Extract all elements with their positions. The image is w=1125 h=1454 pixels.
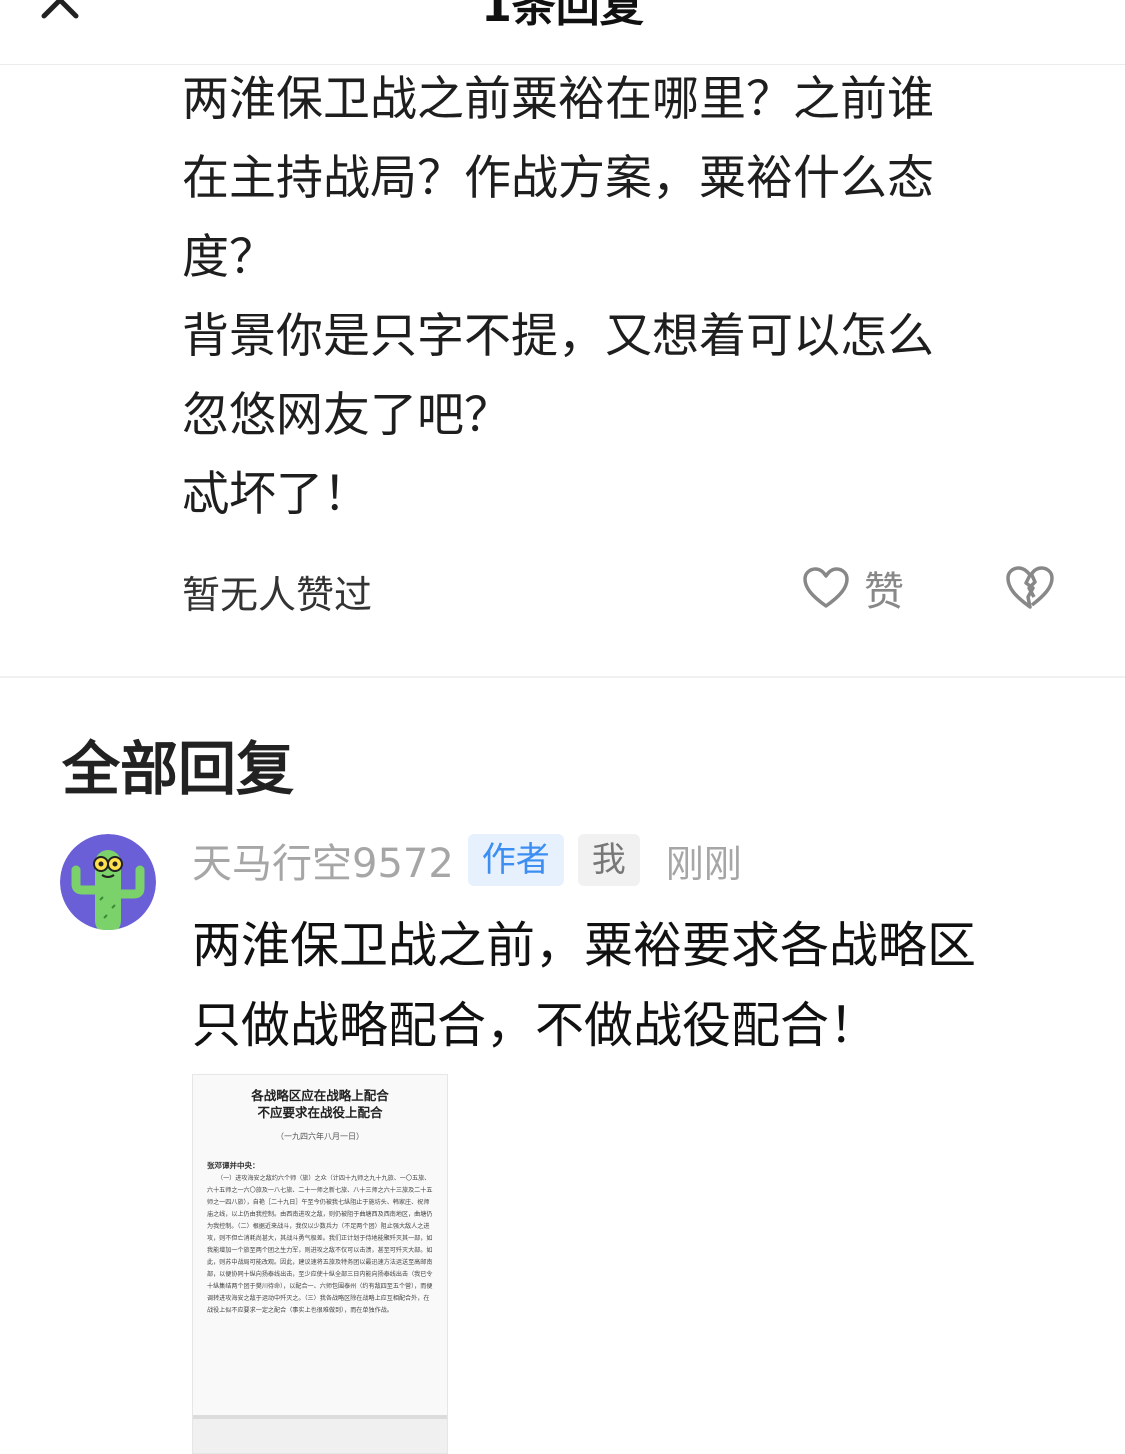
parent-comment-line: 忒坏了！ (182, 467, 370, 522)
no-likes-text: 暂无人赞过 (182, 573, 373, 617)
dislike-button[interactable] (1004, 564, 1056, 616)
broken-heart-icon (1006, 566, 1054, 609)
reply-line: 两淮保卫战之前，粟裕要求各战略区 (192, 917, 977, 974)
heart-outline-icon (803, 567, 849, 608)
parent-comment-line: 背景你是只字不提，又想着可以怎么 (182, 309, 934, 364)
parent-comment-line: 在主持战局？作战方案，粟裕什么态 (182, 151, 934, 206)
all-replies-heading: 全部回复 (62, 735, 295, 803)
document-date: （一九四六年八月一日） (276, 1132, 364, 1141)
reply-timestamp: 刚刚 (665, 841, 742, 886)
page-title: 1条回复 (481, 0, 644, 32)
parent-comment-line: 度？ (182, 230, 276, 285)
author-badge: 作者 (467, 834, 564, 886)
document-title-line: 各战略区应在战略上配合 (251, 1088, 389, 1103)
like-button[interactable]: 赞 (802, 560, 904, 616)
document-page-edge (193, 1415, 447, 1453)
avatar[interactable] (60, 834, 156, 930)
parent-comment-line: 两淮保卫战之前粟裕在哪里？之前谁 (182, 72, 934, 127)
cactus-avatar (60, 834, 156, 930)
parent-comment-line: 忽悠网友了吧？ (182, 388, 511, 443)
like-label: 赞 (864, 569, 904, 615)
reply-line: 只做战略配合，不做战役配合！ (192, 997, 879, 1054)
document-title-line: 不应要求在战役上配合 (257, 1105, 383, 1120)
me-badge: 我 (577, 834, 640, 886)
reply-header: 天马行空9572 作者 我 刚刚 (192, 830, 742, 890)
document-text: （一）进攻海安之敌约六个师（旅）之众（计四十九师之九十九旅、一〇五旅、六十五师之… (207, 1175, 433, 1314)
attached-document-image[interactable]: 各战略区应在战略上配合 不应要求在战役上配合 （一九四六年八月一日） 张邓谭并中… (192, 1074, 448, 1454)
document-addressee: 张邓谭并中央： (207, 1161, 260, 1170)
reply-body: 两淮保卫战之前，粟裕要求各战略区 只做战略配合，不做战役配合！ (192, 906, 1092, 1066)
top-bar: 1条回复 (0, 0, 1125, 65)
parent-comment-body: 两淮保卫战之前粟裕在哪里？之前谁 在主持战局？作战方案，粟裕什么态 度？ 背景你… (182, 60, 1062, 534)
document-title: 各战略区应在战略上配合 不应要求在战役上配合 (193, 1087, 447, 1121)
section-divider (0, 676, 1125, 678)
username[interactable]: 天马行空9572 (192, 831, 454, 889)
likes-row: 暂无人赞过 赞 (182, 560, 1062, 620)
